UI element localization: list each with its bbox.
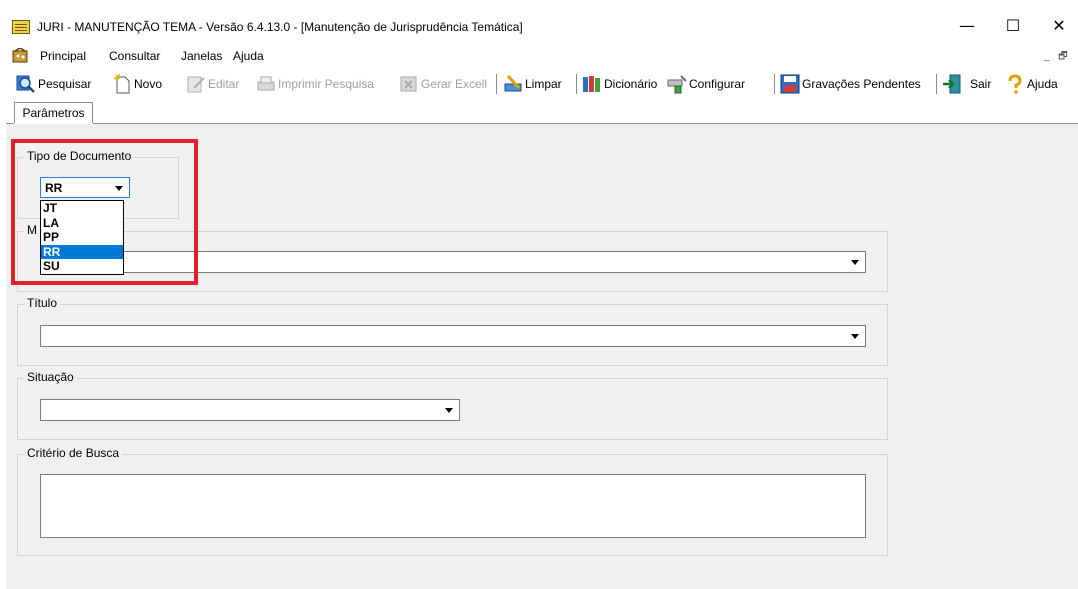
imprimir-pesquisa-button[interactable]: Imprimir Pesquisa	[256, 72, 374, 96]
menu-janelas[interactable]: Janelas	[181, 49, 222, 63]
toolbar-separator	[774, 74, 775, 94]
situacao-label: Situação	[24, 370, 77, 384]
dicionario-button[interactable]: Dicionário	[582, 72, 657, 96]
edit-icon	[187, 76, 205, 93]
exit-icon	[943, 74, 961, 94]
dropdown-option-jt[interactable]: JT	[41, 201, 123, 216]
titulo-label: Título	[24, 296, 61, 310]
novo-button[interactable]: Novo	[112, 72, 162, 96]
mdi-restore-button[interactable]: 🗗	[1056, 50, 1070, 64]
menu-principal[interactable]: Principal	[40, 49, 86, 63]
dropdown-option-la[interactable]: LA	[41, 216, 123, 231]
pesquisar-button[interactable]: Pesquisar	[16, 72, 91, 96]
dropdown-option-pp[interactable]: PP	[41, 230, 123, 245]
tab-parametros[interactable]: Parâmetros	[14, 102, 93, 125]
sair-button[interactable]: Sair	[942, 72, 991, 96]
editar-button[interactable]: Editar	[186, 72, 239, 96]
imprimir-pesquisa-label: Imprimir Pesquisa	[278, 77, 375, 91]
dropdown-option-rr[interactable]: RR	[41, 244, 123, 260]
app-icon	[12, 20, 30, 34]
chevron-down-icon[interactable]	[115, 186, 123, 191]
tab-page-parametros: Tipo de Documento RR M Título Situação C…	[6, 124, 1078, 589]
mdi-child-icon[interactable]	[12, 48, 30, 64]
gerar-excell-label: Gerar Excell	[421, 77, 488, 91]
ajuda-label: Ajuda	[1027, 77, 1058, 91]
configure-icon	[667, 75, 687, 94]
menu-consultar[interactable]: Consultar	[109, 49, 160, 63]
excel-icon	[400, 76, 417, 92]
dicionario-label: Dicionário	[604, 77, 658, 91]
books-icon	[583, 76, 600, 92]
tipo-documento-dropdown-list: JT LA PP RR SU	[40, 200, 124, 275]
toolbar-separator	[496, 74, 497, 94]
mdi-minimize-button[interactable]: _	[1040, 50, 1054, 64]
novo-label: Novo	[134, 77, 163, 91]
maximize-button[interactable]: ☐	[990, 12, 1036, 40]
printer-icon	[257, 76, 275, 91]
tipo-documento-value: RR	[45, 181, 63, 195]
chevron-down-icon[interactable]	[445, 408, 453, 413]
chevron-down-icon[interactable]	[851, 260, 859, 265]
title-bar: JURI - MANUTENÇÃO TEMA - Versão 6.4.13.0…	[0, 0, 1078, 44]
tipo-documento-label: Tipo de Documento	[24, 149, 135, 163]
tipo-documento-combo[interactable]: RR	[40, 177, 130, 198]
sair-label: Sair	[970, 77, 992, 91]
new-document-icon	[113, 74, 130, 94]
toolbar: Pesquisar Novo Editar Imprimir Pesquisa …	[0, 68, 1078, 100]
criterio-busca-input[interactable]	[40, 474, 866, 538]
close-button[interactable]: ✕	[1036, 12, 1078, 40]
ajuda-button[interactable]: Ajuda	[1005, 72, 1058, 96]
clear-icon	[504, 74, 522, 92]
limpar-button[interactable]: Limpar	[503, 72, 562, 96]
configurar-button[interactable]: Configurar	[667, 72, 745, 96]
chevron-down-icon[interactable]	[851, 334, 859, 339]
dropdown-option-su[interactable]: SU	[41, 259, 123, 274]
gerar-excell-button[interactable]: Gerar Excell	[399, 72, 487, 96]
titulo-combo[interactable]	[40, 325, 866, 347]
minimize-button[interactable]: —	[944, 12, 990, 40]
gravacoes-pendentes-label: Gravações Pendentes	[802, 77, 921, 91]
criterio-busca-label: Critério de Busca	[24, 446, 123, 460]
help-icon	[1008, 74, 1022, 94]
menu-bar: Principal Consultar Janelas Ajuda _ 🗗	[0, 44, 1078, 68]
situacao-combo[interactable]	[40, 399, 460, 421]
menu-ajuda[interactable]: Ajuda	[233, 49, 264, 63]
limpar-label: Limpar	[525, 77, 562, 91]
group-m-label: M	[24, 223, 40, 237]
gravacoes-pendentes-button[interactable]: Gravações Pendentes	[780, 72, 921, 96]
window-title: JURI - MANUTENÇÃO TEMA - Versão 6.4.13.0…	[37, 20, 523, 34]
editar-label: Editar	[208, 77, 240, 91]
group-m-combo[interactable]	[40, 251, 866, 273]
pesquisar-label: Pesquisar	[38, 77, 92, 91]
save-pending-icon	[780, 74, 800, 94]
configurar-label: Configurar	[689, 77, 746, 91]
toolbar-separator	[576, 74, 577, 94]
search-icon	[16, 75, 35, 93]
toolbar-separator	[936, 74, 937, 94]
